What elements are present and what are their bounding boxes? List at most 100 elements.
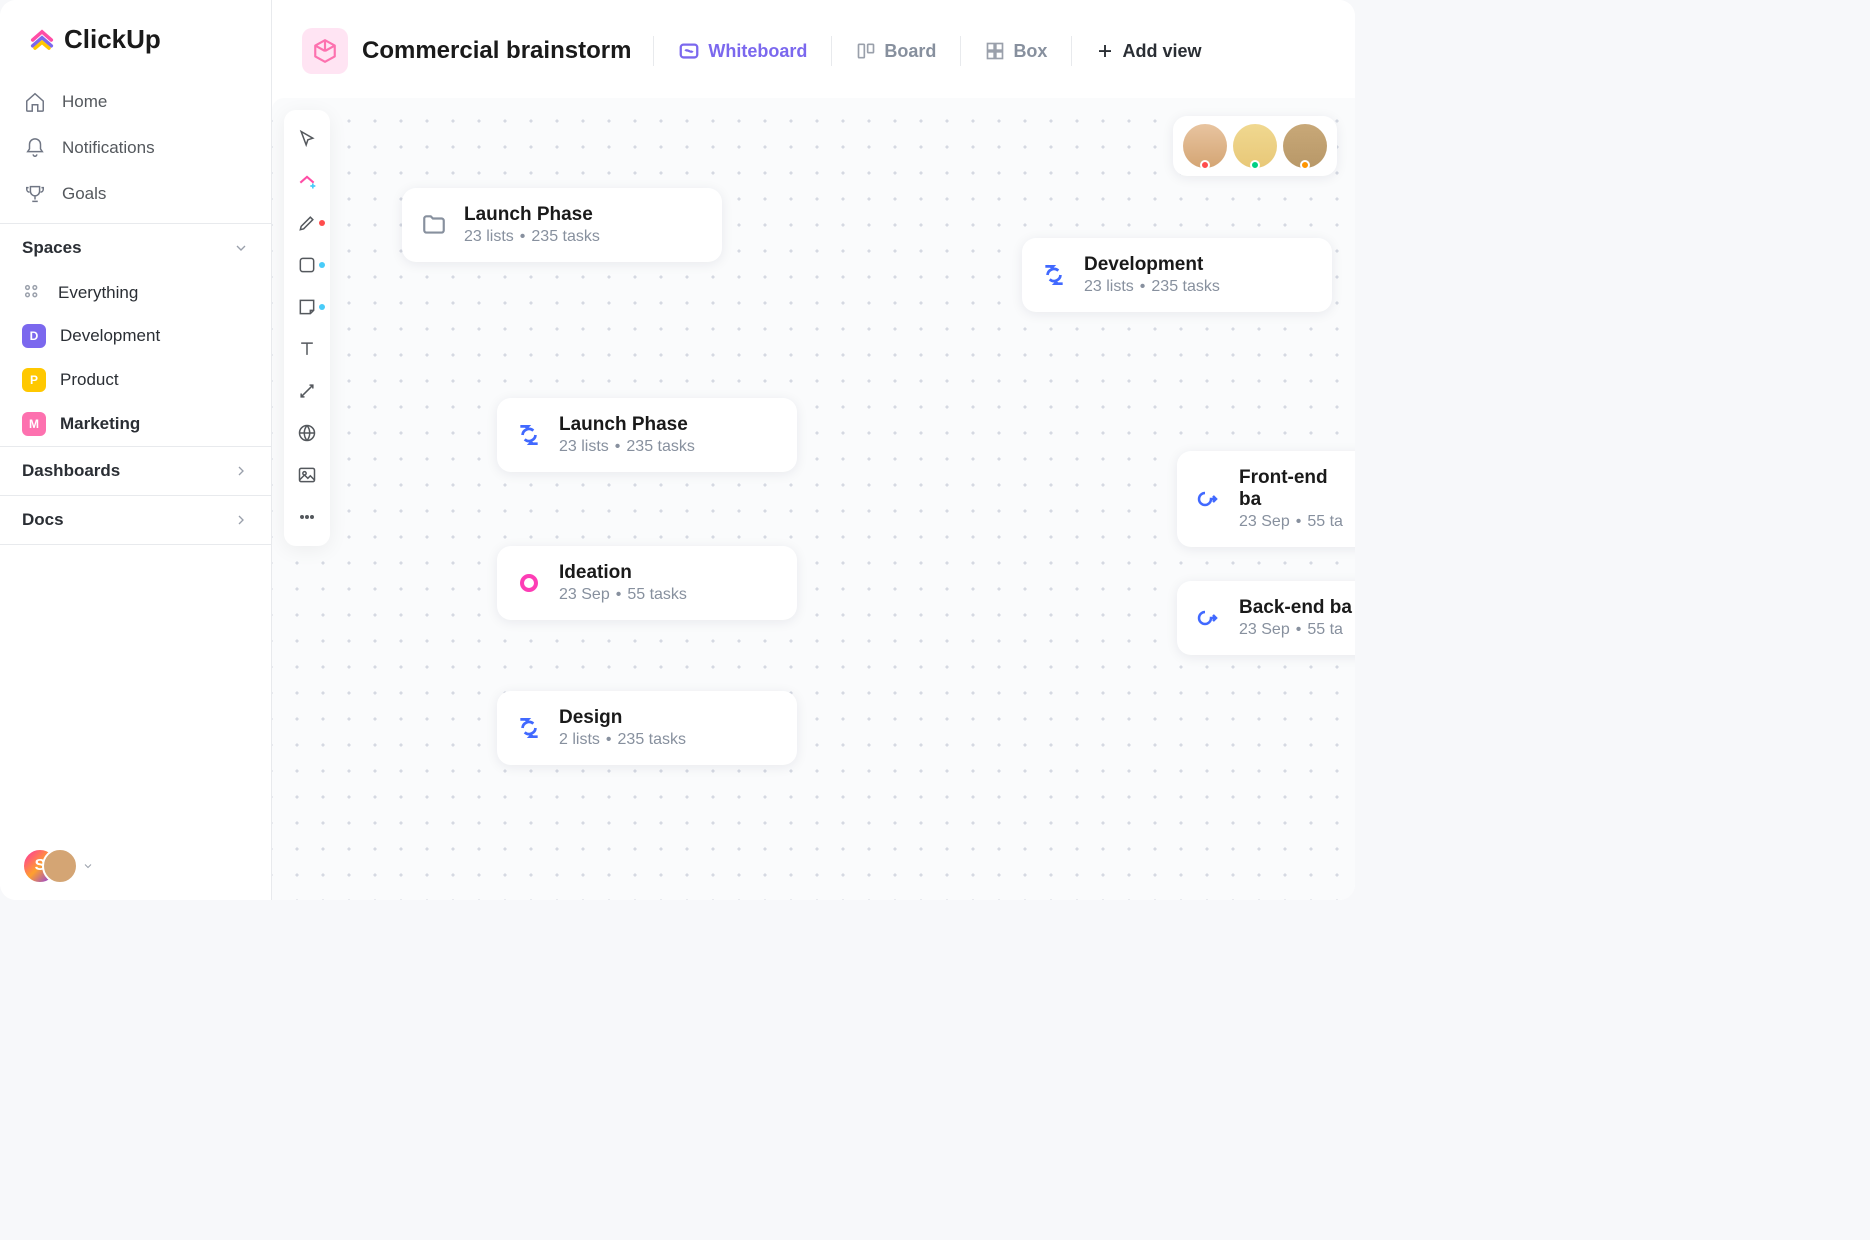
node-title: Back-end ba bbox=[1239, 597, 1352, 619]
tool-connector[interactable] bbox=[287, 372, 327, 410]
space-label: Marketing bbox=[60, 414, 140, 434]
tab-label: Box bbox=[1013, 41, 1047, 62]
space-badge: P bbox=[22, 368, 46, 392]
collab-avatar[interactable] bbox=[1283, 124, 1327, 168]
tool-pen[interactable] bbox=[287, 204, 327, 242]
grid-icon bbox=[22, 282, 44, 304]
tool-web[interactable] bbox=[287, 414, 327, 452]
add-view-button[interactable]: Add view bbox=[1094, 37, 1203, 66]
sticky-icon bbox=[297, 297, 317, 317]
board-icon bbox=[856, 41, 876, 61]
whiteboard-icon bbox=[678, 40, 700, 62]
connector-icon bbox=[297, 381, 317, 401]
sidebar-dashboards[interactable]: Dashboards bbox=[0, 446, 271, 495]
sidebar: ClickUp Home Notifications Goals Spaces … bbox=[0, 0, 272, 900]
node-launch-phase-1[interactable]: Launch Phase 23 lists•235 tasks bbox=[402, 188, 722, 262]
collaborators[interactable] bbox=[1173, 116, 1337, 176]
tool-text[interactable] bbox=[287, 330, 327, 368]
user-menu[interactable]: S bbox=[0, 832, 271, 900]
node-title: Design bbox=[559, 707, 686, 729]
pen-icon bbox=[297, 213, 317, 233]
page-icon[interactable] bbox=[302, 28, 348, 74]
tool-sticky[interactable] bbox=[287, 288, 327, 326]
nav-notifications[interactable]: Notifications bbox=[0, 125, 271, 171]
text-icon bbox=[297, 339, 317, 359]
sidebar-space-product[interactable]: P Product bbox=[0, 358, 271, 402]
divider bbox=[653, 36, 654, 66]
folder-icon bbox=[420, 211, 448, 239]
tab-label: Add view bbox=[1122, 41, 1201, 62]
tab-label: Board bbox=[884, 41, 936, 62]
spaces-header-label: Spaces bbox=[22, 238, 82, 258]
loop-icon bbox=[1195, 604, 1223, 632]
node-meta: 23 Sep•55 ta bbox=[1239, 513, 1353, 531]
page-header: Commercial brainstorm Whiteboard Board B… bbox=[272, 0, 1355, 98]
logo[interactable]: ClickUp bbox=[28, 24, 249, 55]
nav-home[interactable]: Home bbox=[0, 79, 271, 125]
bell-icon bbox=[24, 137, 46, 159]
home-icon bbox=[24, 91, 46, 113]
tab-box[interactable]: Box bbox=[983, 37, 1049, 66]
node-frontend[interactable]: Front-end ba 23 Sep•55 ta bbox=[1177, 451, 1355, 547]
node-meta: 23 lists•235 tasks bbox=[1084, 278, 1220, 296]
sidebar-space-development[interactable]: D Development bbox=[0, 314, 271, 358]
divider bbox=[831, 36, 832, 66]
tool-shape[interactable] bbox=[287, 246, 327, 284]
chevron-right-icon bbox=[233, 463, 249, 479]
loop-icon bbox=[1195, 485, 1223, 513]
globe-icon bbox=[297, 423, 317, 443]
plus-icon bbox=[1096, 42, 1114, 60]
brand-name: ClickUp bbox=[64, 24, 161, 55]
nav-notifications-label: Notifications bbox=[62, 138, 155, 158]
sidebar-docs[interactable]: Docs bbox=[0, 495, 271, 545]
square-icon bbox=[297, 255, 317, 275]
nav-goals[interactable]: Goals bbox=[0, 171, 271, 217]
pointer-icon bbox=[297, 129, 317, 149]
main: Commercial brainstorm Whiteboard Board B… bbox=[272, 0, 1355, 900]
sidebar-everything[interactable]: Everything bbox=[0, 272, 271, 314]
space-label: Product bbox=[60, 370, 119, 390]
divider bbox=[960, 36, 961, 66]
node-meta: 23 Sep•55 tasks bbox=[559, 586, 687, 604]
divider bbox=[1071, 36, 1072, 66]
user-avatar bbox=[42, 848, 78, 884]
clickup-add-icon bbox=[297, 171, 317, 191]
node-ideation[interactable]: Ideation 23 Sep•55 tasks bbox=[497, 546, 797, 620]
node-title: Development bbox=[1084, 254, 1220, 276]
whiteboard-canvas[interactable]: Launch Phase 23 lists•235 tasks Launch P… bbox=[272, 98, 1355, 900]
node-launch-phase-2[interactable]: Launch Phase 23 lists•235 tasks bbox=[497, 398, 797, 472]
tool-clickup[interactable] bbox=[287, 162, 327, 200]
refresh-icon bbox=[515, 421, 543, 449]
sidebar-dashboards-label: Dashboards bbox=[22, 461, 120, 481]
refresh-icon bbox=[515, 714, 543, 742]
tab-board[interactable]: Board bbox=[854, 37, 938, 66]
nav-home-label: Home bbox=[62, 92, 107, 112]
box-icon bbox=[985, 41, 1005, 61]
tool-pointer[interactable] bbox=[287, 120, 327, 158]
node-development[interactable]: Development 23 lists•235 tasks bbox=[1022, 238, 1332, 312]
cube-icon bbox=[312, 38, 338, 64]
image-icon bbox=[297, 465, 317, 485]
space-badge: M bbox=[22, 412, 46, 436]
node-title: Ideation bbox=[559, 562, 687, 584]
dots-icon bbox=[297, 507, 317, 527]
chevron-down-icon bbox=[233, 240, 249, 256]
tab-whiteboard[interactable]: Whiteboard bbox=[676, 36, 809, 66]
tool-more[interactable] bbox=[287, 498, 327, 536]
node-meta: 23 Sep•55 ta bbox=[1239, 621, 1352, 639]
circle-icon bbox=[515, 569, 543, 597]
node-design[interactable]: Design 2 lists•235 tasks bbox=[497, 691, 797, 765]
tool-image[interactable] bbox=[287, 456, 327, 494]
collab-avatar[interactable] bbox=[1183, 124, 1227, 168]
spaces-header[interactable]: Spaces bbox=[0, 223, 271, 272]
node-meta: 2 lists•235 tasks bbox=[559, 731, 686, 749]
node-title: Front-end ba bbox=[1239, 467, 1353, 511]
node-backend[interactable]: Back-end ba 23 Sep•55 ta bbox=[1177, 581, 1355, 655]
refresh-icon bbox=[1040, 261, 1068, 289]
space-badge: D bbox=[22, 324, 46, 348]
sidebar-space-marketing[interactable]: M Marketing bbox=[0, 402, 271, 446]
tab-label: Whiteboard bbox=[708, 41, 807, 62]
collab-avatar[interactable] bbox=[1233, 124, 1277, 168]
chevron-right-icon bbox=[233, 512, 249, 528]
chevron-down-icon bbox=[82, 858, 94, 874]
